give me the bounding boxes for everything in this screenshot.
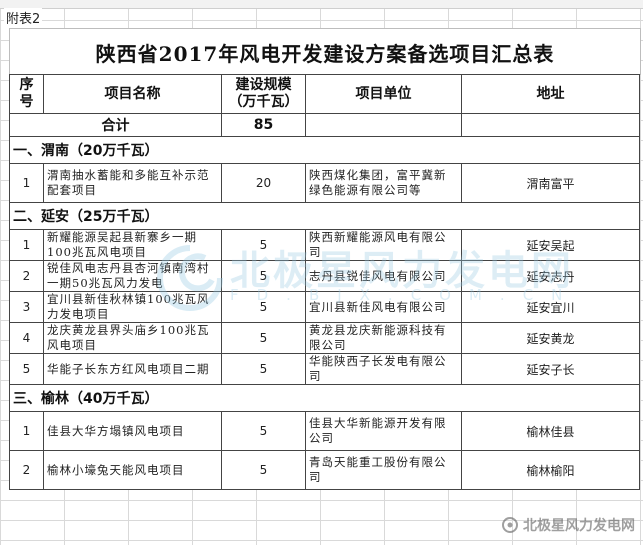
row-unit: 志丹县锐佳风电有限公司 [305, 260, 462, 292]
row-scale: 5 [221, 291, 306, 323]
row-project-name: 榆林小壕兔天能风电项目 [43, 450, 222, 490]
row-seq: 3 [9, 291, 44, 323]
row-unit: 黄龙县龙庆新能源科技有限公司 [305, 322, 462, 354]
row-unit: 华能陕西子长发电有限公司 [305, 353, 462, 385]
row-address: 延安吴起 [461, 229, 640, 261]
table-row: 2 榆林小壕兔天能风电项目 5 青岛天能重工股份有限公司 榆林榆阳 [9, 450, 640, 490]
project-summary-table: 序号 项目名称 建设规模（万千瓦） 项目单位 地址 合计 85 一、渭南（20万… [9, 74, 640, 490]
row-seq: 4 [9, 322, 44, 354]
row-scale: 5 [221, 322, 306, 354]
row-address: 渭南富平 [461, 163, 640, 203]
header-seq: 序号 [9, 74, 44, 114]
table-row: 1 新耀能源吴起县新寨乡一期100兆瓦风电项目 5 陕西新耀能源风电有限公司 延… [9, 229, 640, 261]
row-unit: 佳县大华新能源开发有限公司 [305, 411, 462, 451]
row-scale: 20 [221, 163, 306, 203]
header-name: 项目名称 [43, 74, 222, 114]
section-title: 三、榆林（40万千瓦） [9, 384, 640, 412]
row-seq: 1 [9, 229, 44, 261]
row-seq: 5 [9, 353, 44, 385]
row-address: 延安志丹 [461, 260, 640, 292]
total-row: 合计 85 [9, 113, 640, 137]
table-row: 5 华能子长东方红风电项目二期 5 华能陕西子长发电有限公司 延安子长 [9, 353, 640, 385]
title-cell: 陕西省2017年风电开发建设方案备选项目汇总表 [9, 28, 641, 75]
table-row: 1 渭南抽水蓄能和多能互补示范配套项目 20 陕西煤化集团，富平冀新绿色能源有限… [9, 163, 640, 203]
section-title: 二、延安（25万千瓦） [9, 202, 640, 230]
row-project-name: 佳县大华方塌镇风电项目 [43, 411, 222, 451]
row-seq: 2 [9, 260, 44, 292]
section-title: 一、渭南（20万千瓦） [9, 136, 640, 164]
total-label: 合计 [9, 113, 222, 137]
column-header-strip [0, 0, 643, 9]
row-unit: 陕西新耀能源风电有限公司 [305, 229, 462, 261]
row-address: 榆林佳县 [461, 411, 640, 451]
row-scale: 5 [221, 450, 306, 490]
row-unit: 陕西煤化集团，富平冀新绿色能源有限公司等 [305, 163, 462, 203]
section-row-weinan: 一、渭南（20万千瓦） [9, 136, 640, 164]
row-scale: 5 [221, 229, 306, 261]
row-address: 延安子长 [461, 353, 640, 385]
row-scale: 5 [221, 353, 306, 385]
row-unit: 青岛天能重工股份有限公司 [305, 450, 462, 490]
row-address: 延安黄龙 [461, 322, 640, 354]
header-scale: 建设规模（万千瓦） [221, 74, 306, 114]
header-address: 地址 [461, 74, 640, 114]
table-header-row: 序号 项目名称 建设规模（万千瓦） 项目单位 地址 [9, 74, 640, 114]
table-row: 2 锐佳风电志丹县杏河镇南湾村一期50兆瓦风力发电 5 志丹县锐佳风电有限公司 … [9, 260, 640, 292]
row-seq: 2 [9, 450, 44, 490]
table-row: 1 佳县大华方塌镇风电项目 5 佳县大华新能源开发有限公司 榆林佳县 [9, 411, 640, 451]
row-project-name: 龙庆黄龙县界头庙乡100兆瓦风电项目 [43, 322, 222, 354]
row-scale: 5 [221, 411, 306, 451]
table-row: 4 龙庆黄龙县界头庙乡100兆瓦风电项目 5 黄龙县龙庆新能源科技有限公司 延安… [9, 322, 640, 354]
row-project-name: 华能子长东方红风电项目二期 [43, 353, 222, 385]
row-address: 延安宜川 [461, 291, 640, 323]
row-seq: 1 [9, 163, 44, 203]
table-row: 3 宜川县新佳秋林镇100兆瓦风力发电项目 5 宜川县新佳风电有限公司 延安宜川 [9, 291, 640, 323]
row-project-name: 新耀能源吴起县新寨乡一期100兆瓦风电项目 [43, 229, 222, 261]
header-unit: 项目单位 [305, 74, 462, 114]
total-value: 85 [221, 113, 306, 137]
row-seq: 1 [9, 411, 44, 451]
section-row-yulin: 三、榆林（40万千瓦） [9, 384, 640, 412]
table-title: 陕西省2017年风电开发建设方案备选项目汇总表 [95, 42, 555, 66]
row-unit: 宜川县新佳风电有限公司 [305, 291, 462, 323]
row-address: 榆林榆阳 [461, 450, 640, 490]
row-project-name: 渭南抽水蓄能和多能互补示范配套项目 [43, 163, 222, 203]
row-project-name: 锐佳风电志丹县杏河镇南湾村一期50兆瓦风力发电 [43, 260, 222, 292]
row-project-name: 宜川县新佳秋林镇100兆瓦风力发电项目 [43, 291, 222, 323]
section-row-yanan: 二、延安（25万千瓦） [9, 202, 640, 230]
row-scale: 5 [221, 260, 306, 292]
attachment-label: 附表2 [4, 8, 43, 27]
